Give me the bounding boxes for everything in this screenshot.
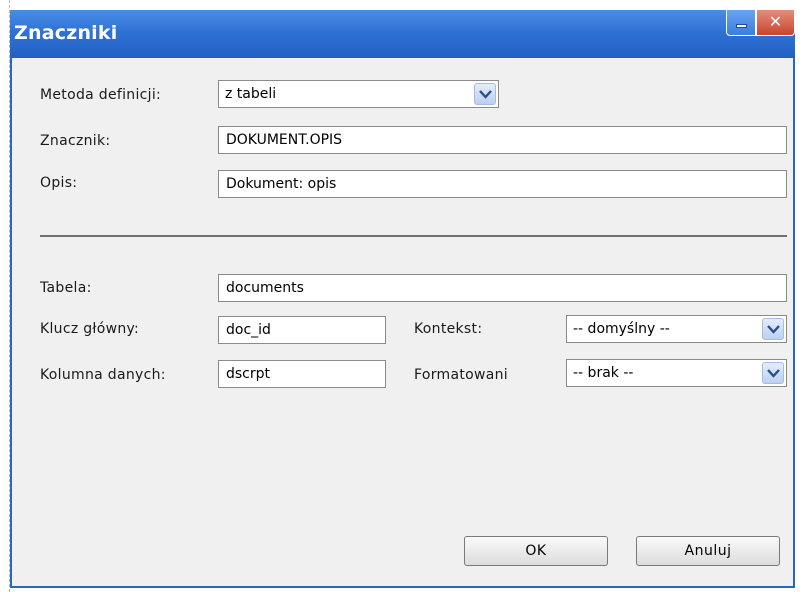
title-bar[interactable]: Znaczniki ✕ <box>10 10 795 58</box>
metoda-definicji-label: Metoda definicji: <box>40 87 162 103</box>
znacznik-input[interactable] <box>218 126 787 154</box>
kolumna-danych-label: Kolumna danych: <box>40 367 166 383</box>
close-icon: ✕ <box>768 12 783 31</box>
metoda-definicji-value: z tabeli <box>225 86 277 102</box>
kontekst-select[interactable]: -- domyślny -- <box>566 315 787 343</box>
background-edge <box>0 0 10 592</box>
formatowanie-value: -- brak -- <box>573 365 634 381</box>
kontekst-value: -- domyślny -- <box>573 321 670 337</box>
metoda-definicji-select[interactable]: z tabeli <box>218 80 499 108</box>
minimize-button[interactable] <box>726 10 756 36</box>
dialog-window: Znaczniki ✕ Metoda definicji: z tabeli Z… <box>10 10 795 588</box>
chevron-down-icon[interactable] <box>762 362 784 384</box>
chevron-down-icon[interactable] <box>762 318 784 340</box>
minimize-icon <box>736 24 747 28</box>
tabela-label: Tabela: <box>40 280 92 296</box>
kolumna-danych-input[interactable] <box>218 360 386 388</box>
tabela-input[interactable] <box>218 274 787 302</box>
znacznik-label: Znacznik: <box>40 133 111 149</box>
opis-input[interactable] <box>218 170 787 198</box>
window-title: Znaczniki <box>14 22 118 44</box>
kontekst-label: Kontekst: <box>414 321 483 337</box>
chevron-down-icon[interactable] <box>474 83 496 105</box>
formatowanie-label: Formatowani <box>414 367 508 383</box>
klucz-glowny-label: Klucz główny: <box>40 321 140 337</box>
formatowanie-select[interactable]: -- brak -- <box>566 359 787 387</box>
cancel-button[interactable]: Anuluj <box>636 536 780 566</box>
separator-line <box>40 235 787 237</box>
ok-button[interactable]: OK <box>464 536 608 566</box>
klucz-glowny-input[interactable] <box>218 316 386 344</box>
opis-label: Opis: <box>40 175 78 191</box>
close-button[interactable]: ✕ <box>756 10 795 36</box>
